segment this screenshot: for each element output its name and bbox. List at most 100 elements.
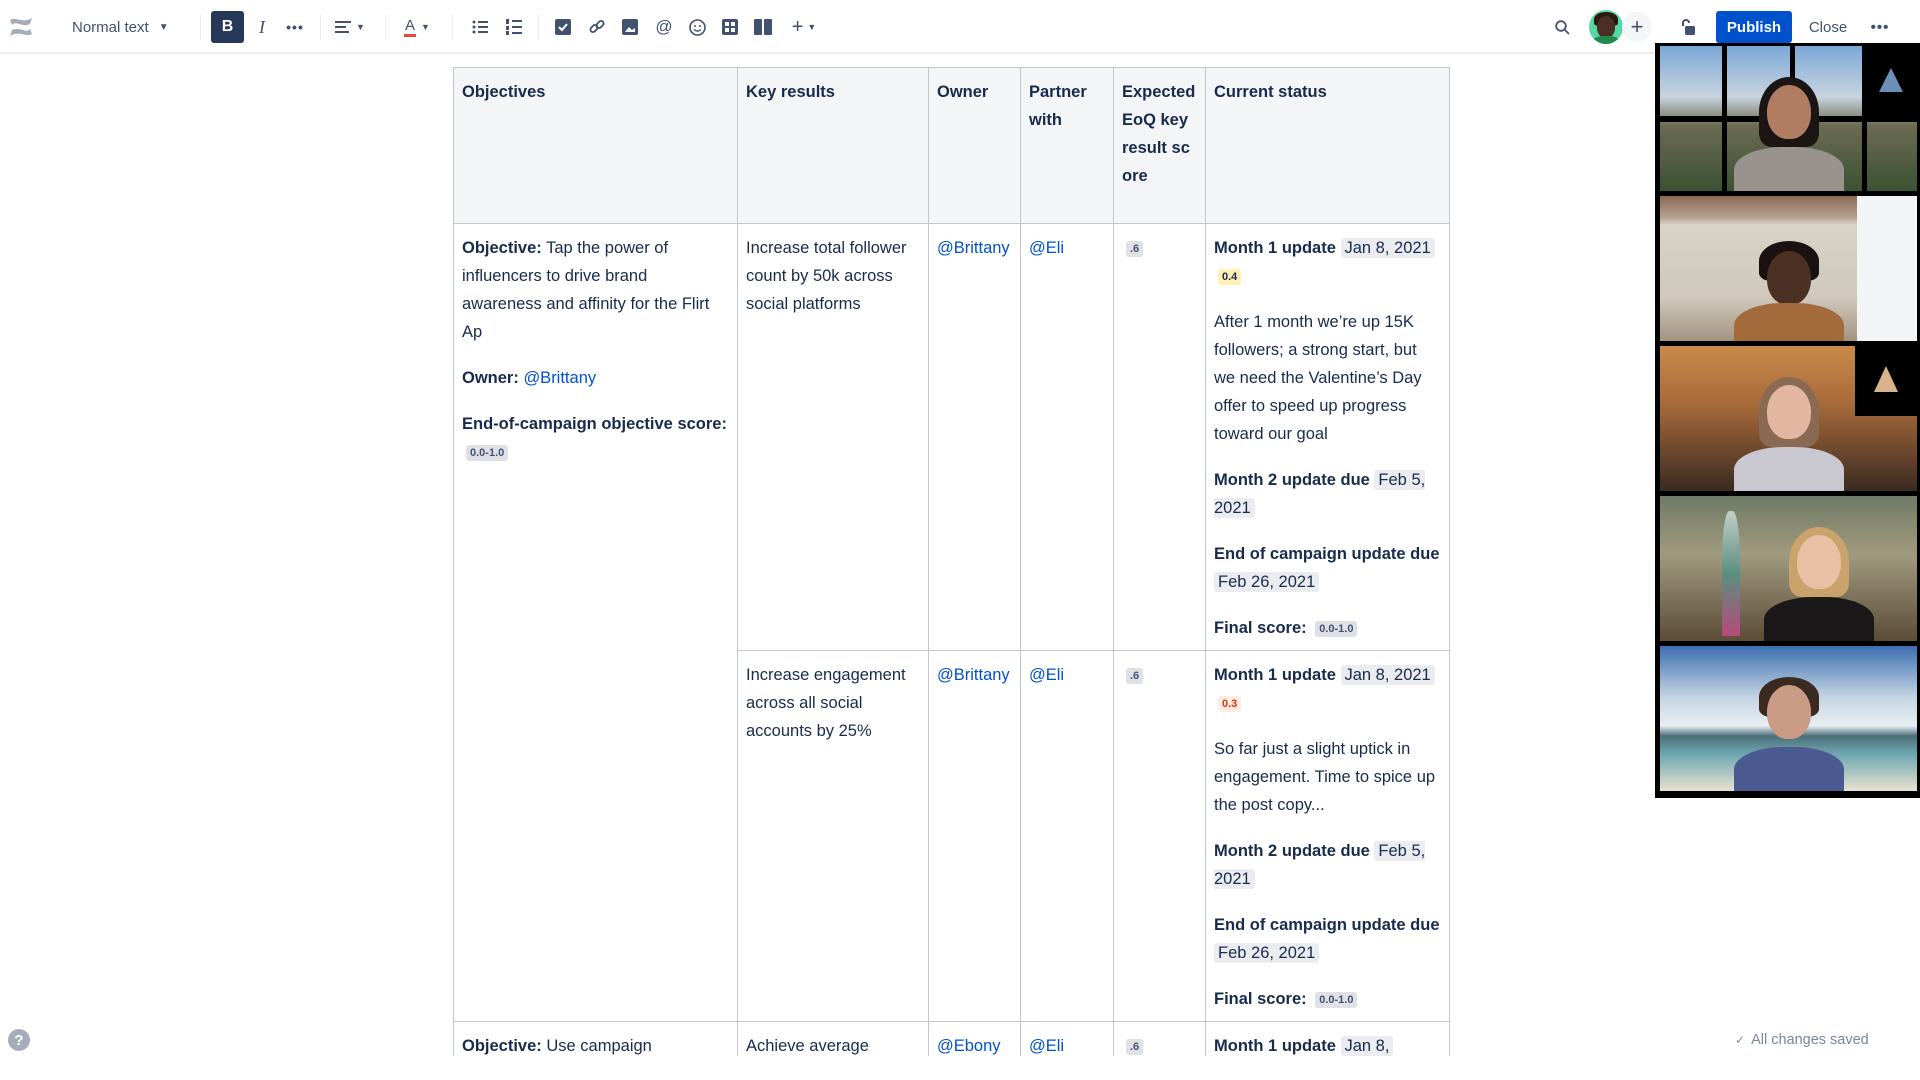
link-icon xyxy=(589,20,605,33)
partner-cell[interactable]: @Eli xyxy=(1020,223,1114,651)
participant-video-tile[interactable] xyxy=(1660,346,1917,491)
divider xyxy=(200,14,201,40)
layout-button[interactable] xyxy=(749,11,777,43)
close-button[interactable]: Close xyxy=(1800,11,1856,43)
action-item-button[interactable] xyxy=(549,11,577,43)
emoji-button[interactable] xyxy=(683,11,711,43)
confluence-logo-icon[interactable] xyxy=(6,11,36,43)
participant-video-tile[interactable] xyxy=(1660,46,1917,191)
restrictions-button[interactable] xyxy=(1674,11,1702,43)
month1-score-lozenge: 0.4 xyxy=(1218,268,1242,285)
participant-person xyxy=(1759,521,1879,641)
video-call-panel[interactable] xyxy=(1655,43,1920,798)
header-objectives[interactable]: Objectives xyxy=(453,67,738,224)
month1-note: So far just a slight uptick in engagemen… xyxy=(1214,740,1436,814)
partner-cell[interactable]: @Eli xyxy=(1020,650,1114,1022)
divider xyxy=(452,14,453,40)
objective-label: Objective: xyxy=(462,239,542,257)
partner-mention[interactable]: @Eli xyxy=(1029,666,1064,684)
objective-text: Use campaign xyxy=(541,1037,652,1055)
owner-mention[interactable]: @Brittany xyxy=(937,239,1010,257)
objective-cell[interactable]: Objective: Tap the power of influencers … xyxy=(453,223,738,1022)
end-update-date[interactable]: Feb 26, 2021 xyxy=(1214,572,1320,592)
month1-score-lozenge: 0.3 xyxy=(1218,695,1242,712)
owner-mention[interactable]: @Ebony xyxy=(937,1037,1001,1055)
score-label: End-of-campaign objective score: xyxy=(462,415,727,433)
bullet-list-button[interactable] xyxy=(466,11,494,43)
invite-button[interactable]: + xyxy=(1622,12,1652,42)
header-key-results[interactable]: Key results xyxy=(737,67,929,224)
more-formatting-button[interactable]: ••• xyxy=(281,11,309,43)
numbered-list-button[interactable] xyxy=(500,11,528,43)
table-button[interactable] xyxy=(716,11,744,43)
table-icon xyxy=(722,19,738,35)
user-avatar[interactable] xyxy=(1589,10,1623,44)
owner-cell[interactable]: @Brittany xyxy=(928,223,1021,651)
key-result-cell[interactable]: Increase engagement across all social ac… xyxy=(737,650,929,1022)
month1-date[interactable]: Jan 8, xyxy=(1340,1036,1394,1056)
italic-button[interactable]: I xyxy=(248,11,276,43)
divider xyxy=(538,14,539,40)
score-range-lozenge: 0.0-1.0 xyxy=(466,444,509,461)
save-status-text: All changes saved xyxy=(1751,1032,1869,1048)
mention-button[interactable]: @ xyxy=(650,11,678,43)
participant-video-tile[interactable] xyxy=(1660,496,1917,641)
search-icon xyxy=(1554,19,1570,35)
logo-icon xyxy=(1874,366,1898,392)
text-style-dropdown[interactable]: Normal text ▼ xyxy=(62,11,182,43)
month1-label: Month 1 update xyxy=(1214,239,1336,257)
publish-button[interactable]: Publish xyxy=(1716,11,1792,43)
divider xyxy=(320,14,321,40)
status-cell[interactable]: Month 1 update Jan 8, 2021 0.3 So far ju… xyxy=(1205,650,1450,1022)
final-score-label: Final score: xyxy=(1214,990,1307,1008)
header-owner[interactable]: Owner xyxy=(928,67,1021,224)
table-row: Objective: Tap the power of influencers … xyxy=(453,223,1450,1022)
owner-cell[interactable]: @Brittany xyxy=(928,650,1021,1022)
chevron-down-icon: ▼ xyxy=(807,22,817,32)
header-current-status[interactable]: Current status xyxy=(1205,67,1450,224)
partner-mention[interactable]: @Eli xyxy=(1029,1037,1064,1055)
divider xyxy=(385,14,386,40)
owner-mention[interactable]: @Brittany xyxy=(523,369,596,387)
end-update-date[interactable]: Feb 26, 2021 xyxy=(1214,943,1320,963)
plus-icon: + xyxy=(1630,14,1644,39)
text-color-icon: A xyxy=(404,17,417,37)
month1-note: After 1 month we’re up 15K followers; a … xyxy=(1214,313,1422,443)
editor-toolbar: Normal text ▼ B I ••• ▼ A ▼ @ + ▼ + Publ… xyxy=(0,0,1920,54)
month1-date[interactable]: Jan 8, 2021 xyxy=(1340,665,1435,685)
month1-label: Month 1 update xyxy=(1214,1037,1336,1055)
help-button[interactable]: ? xyxy=(8,1029,30,1051)
okr-table: Objectives Key results Owner Partner wit… xyxy=(453,67,1450,1069)
month1-label: Month 1 update xyxy=(1214,666,1336,684)
columns-icon xyxy=(754,19,772,35)
participant-person xyxy=(1729,371,1849,491)
participant-video-tile[interactable] xyxy=(1660,196,1917,341)
table-header-row: Objectives Key results Owner Partner wit… xyxy=(453,67,1450,224)
header-expected-score[interactable]: Expected EoQ key result score xyxy=(1113,67,1206,224)
insert-dropdown[interactable]: + ▼ xyxy=(784,11,824,43)
image-button[interactable] xyxy=(616,11,644,43)
key-result-cell[interactable]: Increase total follower count by 50k acr… xyxy=(737,223,929,651)
header-partner-with[interactable]: Partner with xyxy=(1020,67,1114,224)
link-button[interactable] xyxy=(583,11,611,43)
chevron-down-icon: ▼ xyxy=(421,22,430,32)
month2-label: Month 2 update due xyxy=(1214,471,1370,489)
unlock-icon xyxy=(1682,19,1695,35)
owner-mention[interactable]: @Brittany xyxy=(937,666,1010,684)
more-actions-button[interactable]: ••• xyxy=(1866,11,1894,43)
participant-video-tile[interactable] xyxy=(1660,646,1917,791)
month1-date[interactable]: Jan 8, 2021 xyxy=(1340,238,1435,258)
month2-label: Month 2 update due xyxy=(1214,842,1370,860)
alignment-dropdown[interactable]: ▼ xyxy=(330,11,370,43)
partner-mention[interactable]: @Eli xyxy=(1029,239,1064,257)
align-left-icon xyxy=(335,21,352,33)
expected-score-cell[interactable]: .6 xyxy=(1113,650,1206,1022)
bold-button[interactable]: B xyxy=(211,11,244,43)
expected-score-cell[interactable]: .6 xyxy=(1113,223,1206,651)
search-button[interactable] xyxy=(1548,11,1576,43)
expected-score-lozenge: .6 xyxy=(1126,1038,1144,1055)
text-style-label: Normal text xyxy=(72,18,149,36)
participant-person xyxy=(1729,671,1849,791)
text-color-dropdown[interactable]: A ▼ xyxy=(397,11,437,43)
status-cell[interactable]: Month 1 update Jan 8, 2021 0.4 After 1 m… xyxy=(1205,223,1450,651)
